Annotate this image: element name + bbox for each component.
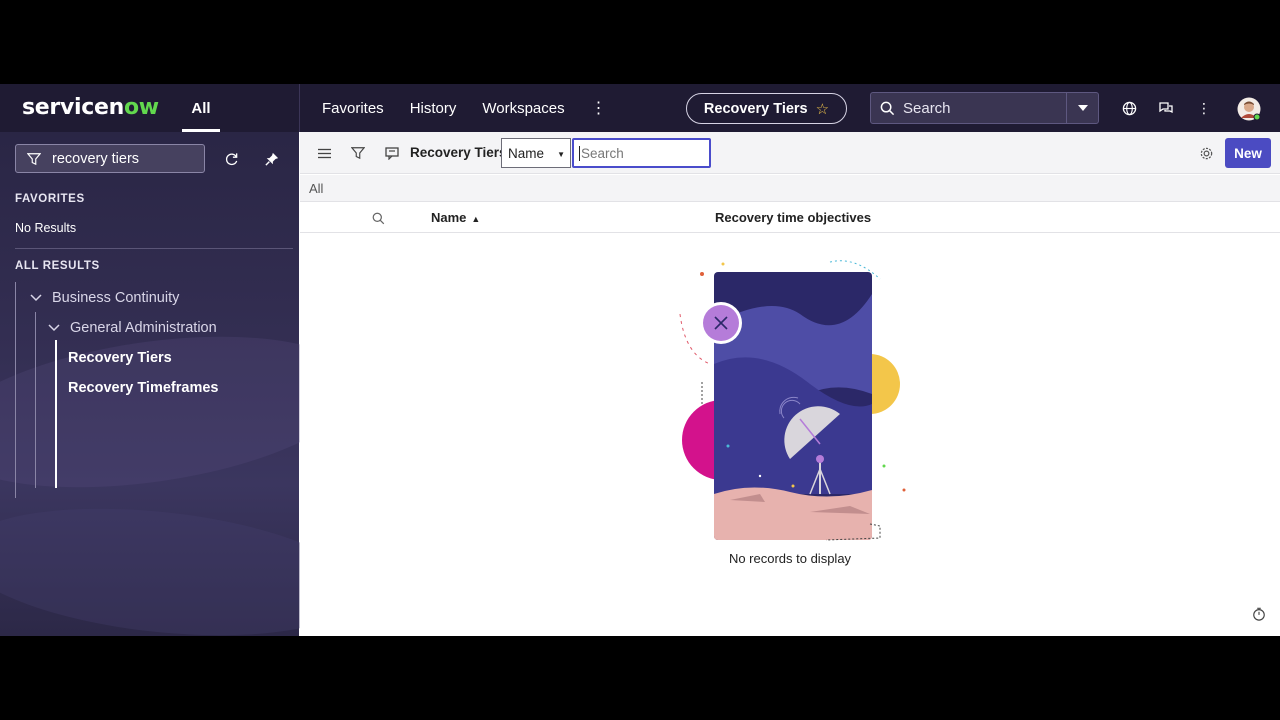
response-time-icon[interactable] [1252, 607, 1266, 626]
new-record-button[interactable]: New [1225, 138, 1271, 168]
favorites-empty: No Results [15, 221, 77, 235]
tree-item-recovery-timeframes[interactable]: Recovery Timeframes [68, 380, 218, 396]
search-field-value: Name [508, 145, 545, 161]
search-icon [871, 101, 903, 116]
chevron-down-icon [30, 294, 42, 302]
search-scope-dropdown[interactable] [1066, 93, 1098, 123]
chat-icon[interactable] [1156, 98, 1176, 118]
nav-favorites[interactable]: Favorites [322, 100, 384, 117]
app-frame: servicenow All Favorites History Workspa… [0, 84, 1280, 636]
column-label: Name [431, 210, 467, 225]
tree-item-label: Business Continuity [52, 290, 180, 306]
more-options-icon[interactable]: ⋮ [1194, 98, 1214, 118]
user-avatar[interactable] [1237, 97, 1261, 126]
table-header: Name ▲ Recovery time objectives [300, 202, 1280, 233]
column-header-name[interactable]: Name ▲ [431, 210, 480, 225]
globe-icon[interactable] [1119, 98, 1139, 118]
all-menu-tab[interactable]: All [182, 84, 220, 132]
tree-item-general-administration[interactable]: General Administration [48, 320, 217, 336]
chevron-down-icon [1077, 105, 1088, 111]
list-toolbar: Recovery Tiers Name ▼ Search New [300, 132, 1280, 174]
menu-filter-value: recovery tiers [52, 150, 140, 167]
list-title[interactable]: Recovery Tiers [410, 145, 507, 160]
nav-history[interactable]: History [410, 100, 457, 117]
pin-icon[interactable] [264, 151, 280, 167]
filter-icon[interactable] [350, 145, 366, 161]
tree-guide-line [15, 282, 16, 498]
search-field-select[interactable]: Name ▼ [501, 138, 571, 168]
logo-text-accent: ow [123, 95, 159, 120]
favorites-heading: FAVORITES [15, 193, 85, 205]
header-divider [299, 84, 300, 132]
nav-workspaces[interactable]: Workspaces [482, 100, 564, 117]
breadcrumb-bar: All [300, 175, 1280, 202]
sort-ascending-icon: ▲ [471, 214, 481, 224]
context-title-pill[interactable]: Recovery Tiers ☆ [686, 93, 847, 124]
list-search-input[interactable]: Search [572, 138, 711, 168]
column-search-icon[interactable] [370, 210, 386, 226]
star-icon[interactable]: ☆ [816, 100, 829, 118]
tree-guide-line [35, 312, 36, 488]
caret-down-icon: ▼ [557, 150, 565, 159]
hamburger-menu-icon[interactable] [316, 145, 332, 161]
servicenow-logo[interactable]: servicenow [22, 95, 159, 120]
tree-item-business-continuity[interactable]: Business Continuity [30, 290, 179, 306]
empty-state-message: No records to display [728, 551, 852, 566]
more-menu-icon[interactable]: ⋮ [591, 98, 607, 118]
tree-guide-line [55, 340, 57, 488]
list-content: Recovery Tiers Name ▼ Search New All Nam… [300, 132, 1280, 636]
empty-state-illustration [679, 260, 906, 541]
context-menu-icon[interactable] [384, 145, 400, 161]
top-header: servicenow All Favorites History Workspa… [0, 84, 1280, 132]
top-nav: Favorites History Workspaces ⋮ [322, 84, 607, 132]
tree-item-label: General Administration [70, 320, 217, 336]
chevron-down-icon [48, 324, 60, 332]
refresh-icon[interactable] [223, 151, 239, 167]
global-search[interactable]: Search [870, 92, 1099, 124]
menu-filter-input[interactable]: recovery tiers [15, 144, 205, 173]
global-search-input[interactable]: Search [903, 100, 1066, 117]
nav-sidebar: recovery tiers FAVORITES No Results ALL … [0, 132, 299, 636]
breadcrumb-all[interactable]: All [309, 181, 323, 196]
logo-text: servicen [22, 95, 124, 120]
context-title: Recovery Tiers [703, 100, 808, 117]
column-header-rto[interactable]: Recovery time objectives [715, 210, 871, 225]
gear-icon[interactable] [1198, 145, 1214, 161]
sidebar-divider [15, 248, 293, 249]
all-results-heading: ALL RESULTS [15, 260, 100, 272]
filter-icon [16, 152, 52, 166]
tree-item-recovery-tiers[interactable]: Recovery Tiers [68, 350, 172, 366]
